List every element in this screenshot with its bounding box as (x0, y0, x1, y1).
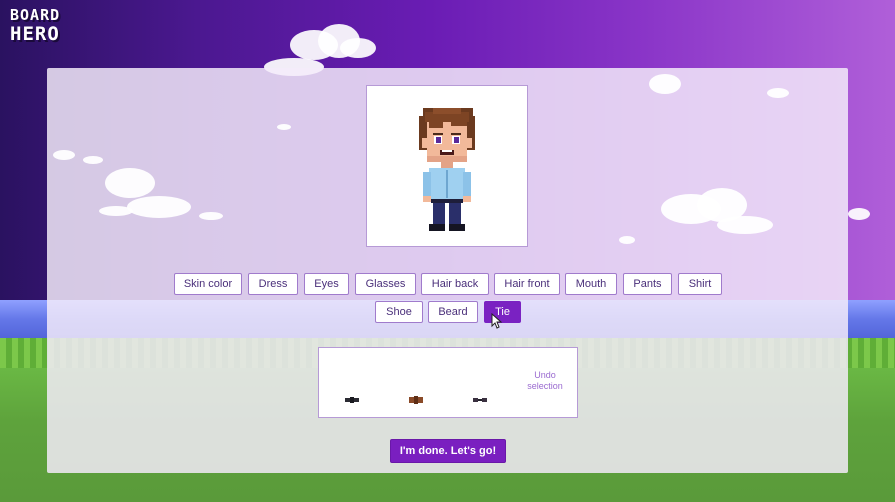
cloud-decoration (83, 156, 103, 164)
cloud-decoration (848, 208, 870, 220)
undo-selection-button[interactable]: Undo selection (519, 370, 571, 392)
cloud-decoration (277, 124, 291, 130)
cloud-decoration (199, 212, 223, 220)
cloud-decoration (127, 196, 191, 218)
brown-tie-option[interactable] (407, 395, 425, 405)
cloud-decoration (619, 236, 635, 244)
category-shoe-button[interactable]: Shoe (375, 301, 423, 323)
category-dress-button[interactable]: Dress (248, 273, 298, 295)
pixel-character-avatar (419, 108, 475, 231)
category-hair-front-button[interactable]: Hair front (494, 273, 560, 295)
category-hair-back-button[interactable]: Hair back (421, 273, 489, 295)
undo-label-line-1: Undo (534, 370, 556, 380)
avatar-customizer-panel: Skin color Dress Eyes Glasses Hair back … (47, 68, 848, 473)
avatar-preview (366, 85, 528, 247)
category-glasses-button[interactable]: Glasses (355, 273, 416, 295)
category-pants-button[interactable]: Pants (623, 273, 672, 295)
dark-tie-option[interactable] (471, 395, 489, 405)
cloud-decoration (105, 168, 155, 198)
category-shirt-button[interactable]: Shirt (678, 273, 722, 295)
cloud-decoration (53, 150, 75, 160)
board-hero-logo: BOARD HERO (10, 8, 60, 44)
mouse-cursor-icon (491, 313, 503, 329)
cloud-decoration (717, 216, 773, 234)
undo-label-line-2: selection (527, 381, 563, 391)
logo-line-2: HERO (10, 23, 60, 45)
category-eyes-button[interactable]: Eyes (304, 273, 349, 295)
done-lets-go-button[interactable]: I'm done. Let's go! (390, 439, 506, 463)
category-skin-color-button[interactable]: Skin color (174, 273, 242, 295)
logo-line-1: BOARD (10, 6, 61, 24)
cloud-decoration (767, 88, 789, 98)
category-mouth-button[interactable]: Mouth (565, 273, 617, 295)
cloud-decoration (99, 206, 133, 216)
cloud-decoration (340, 38, 376, 58)
tie-options-box: Undo selection (318, 347, 578, 418)
black-tie-option[interactable] (343, 395, 361, 405)
category-beard-button[interactable]: Beard (428, 301, 478, 323)
cloud-decoration (649, 74, 681, 94)
